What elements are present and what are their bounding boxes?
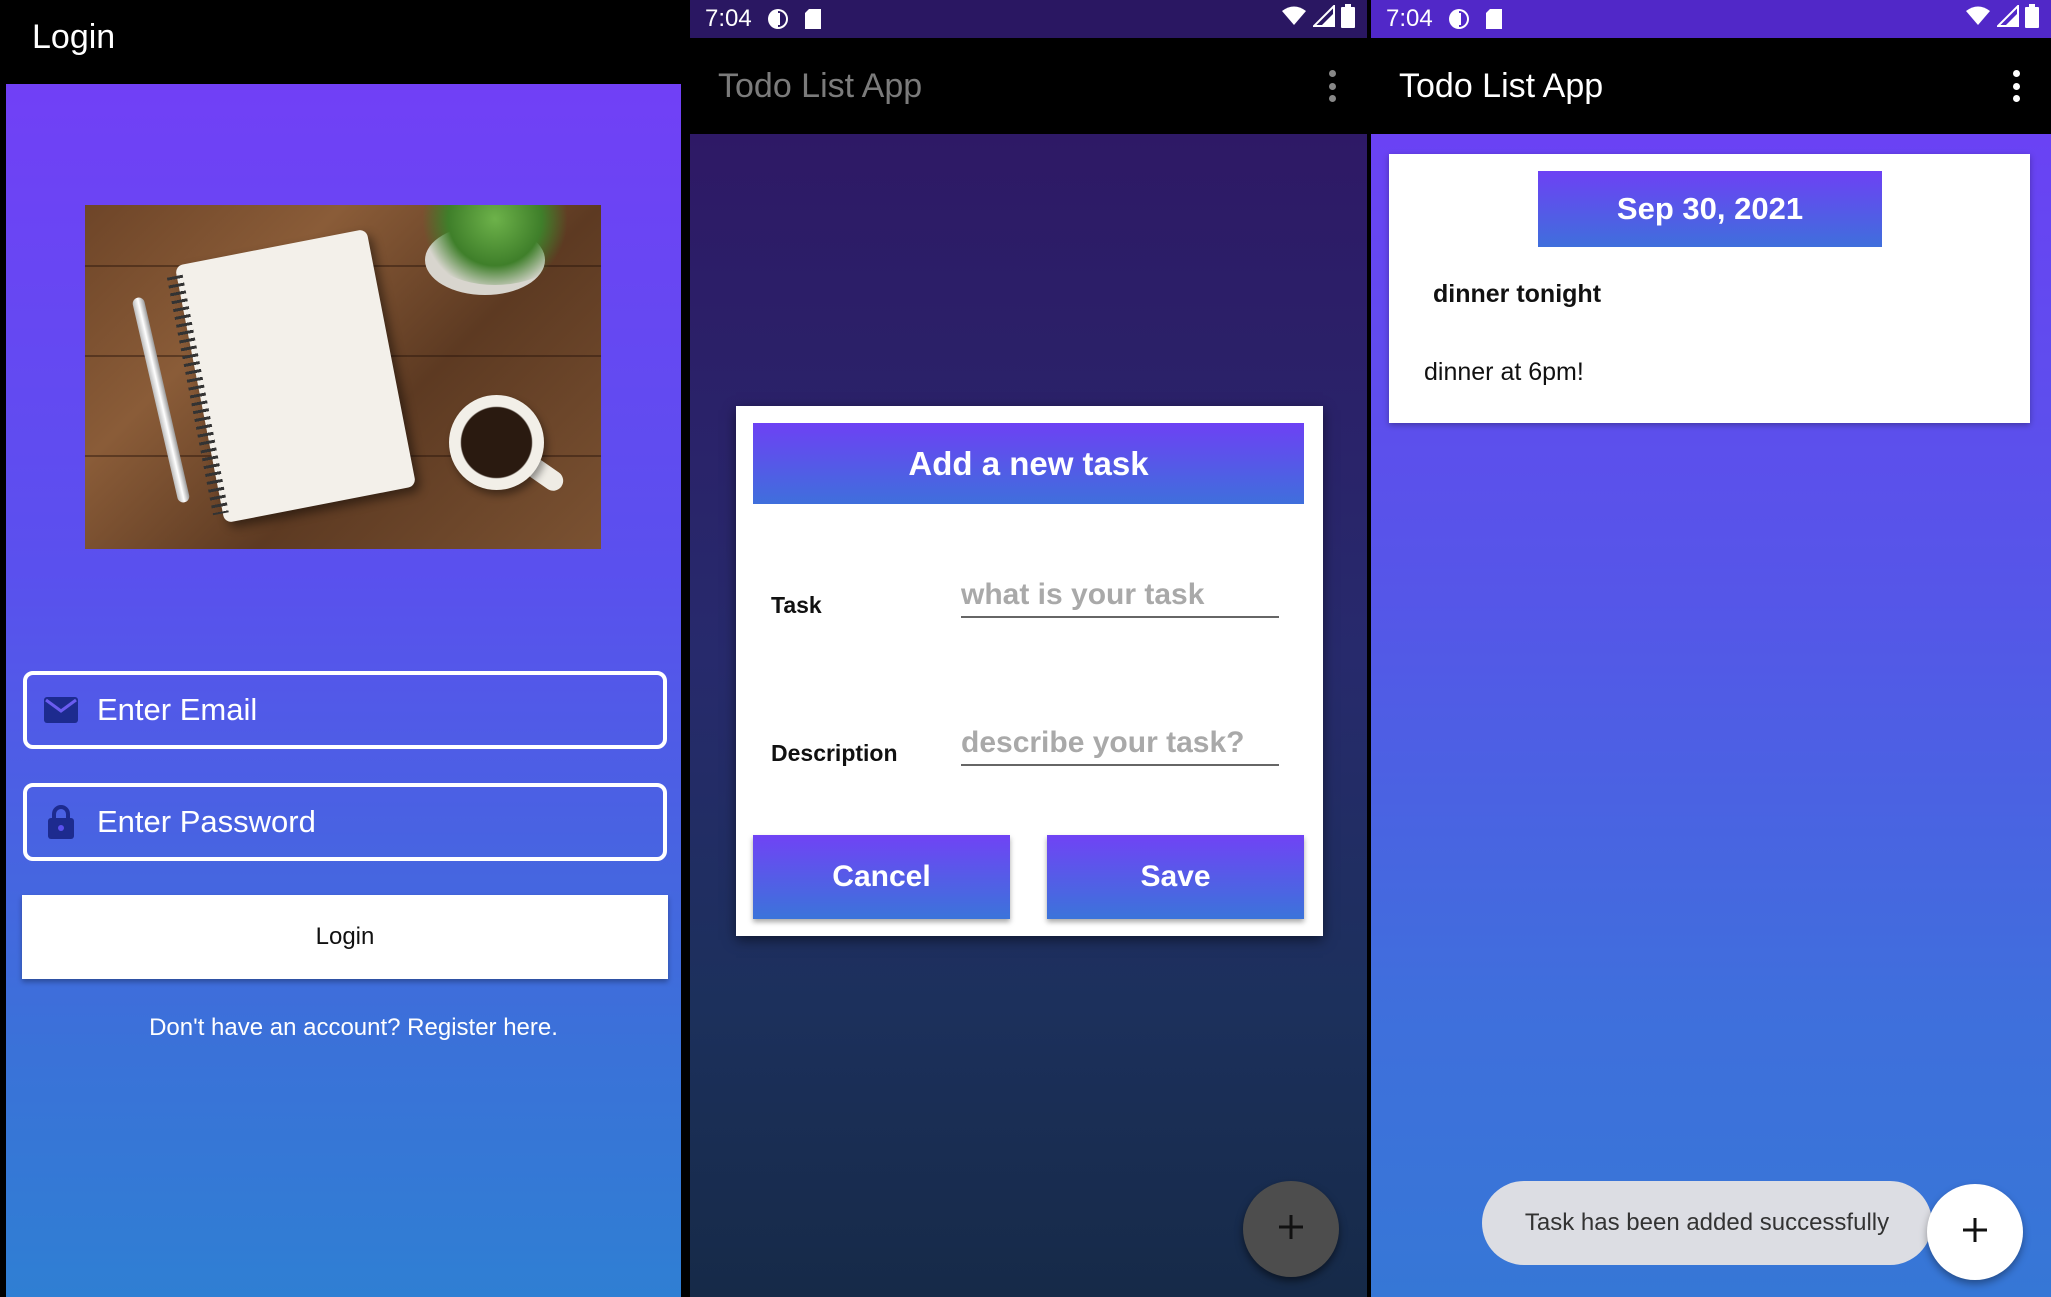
success-toast: Task has been added successfully [1482,1181,1932,1265]
wifi-icon [1965,5,1991,33]
sd-card-icon [1485,8,1503,30]
dialog-title: Add a new task [753,423,1304,504]
data-saver-icon [1447,7,1471,31]
more-vert-icon[interactable] [2011,70,2021,102]
task-list: Sep 30, 2021 dinner tonight dinner at 6p… [1371,134,2051,1297]
notebook-desk-photo [85,205,601,549]
password-input[interactable] [97,804,637,840]
add-task-fab[interactable] [1927,1184,2023,1280]
description-input[interactable] [961,722,1279,766]
email-input[interactable] [97,692,637,728]
plus-icon [1961,1216,1989,1249]
login-title: Login [32,18,116,56]
status-bar: 7:04 [1371,0,2051,38]
signal-icon [1995,3,2019,34]
login-screen: Login Login Do [0,0,686,1297]
description-label: Description [771,740,898,766]
add-task-dialog: Add a new task Task Description Cancel S… [736,406,1323,936]
more-vert-icon[interactable] [1327,70,1337,102]
task-label: Task [771,592,822,618]
status-bar: 7:04 [690,0,1367,38]
login-body: Login Don't have an account? Register he… [6,84,681,1297]
app-bar: Todo List App [690,38,1367,134]
notebook [166,228,417,524]
task-description: dinner at 6pm! [1424,358,1584,386]
login-button[interactable]: Login [22,895,668,979]
coffee-cup [449,395,544,490]
add-task-screen: 7:04 Todo List App Add a new task Task D… [690,0,1367,1297]
data-saver-icon [766,7,790,31]
password-field[interactable] [23,783,667,861]
battery-icon [2025,3,2039,35]
lock-icon [41,802,81,842]
cancel-button[interactable]: Cancel [753,835,1010,919]
task-list-screen: 7:04 Todo List App Sep 30, 2021 dinner t… [1371,0,2051,1297]
save-button[interactable]: Save [1047,835,1304,919]
task-title: dinner tonight [1433,280,1602,308]
app-title: Todo List App [1399,66,1604,105]
envelope-icon [41,690,81,730]
task-input[interactable] [961,574,1279,618]
signal-icon [1311,3,1335,34]
app-bar: Todo List App [1371,38,2051,134]
status-time: 7:04 [705,5,752,32]
wifi-icon [1281,5,1307,33]
register-link[interactable]: Don't have an account? Register here. [6,1014,681,1042]
plus-icon [1277,1213,1305,1246]
app-title: Todo List App [718,66,923,105]
email-field[interactable] [23,671,667,749]
task-card[interactable]: Sep 30, 2021 dinner tonight dinner at 6p… [1389,154,2030,423]
battery-icon [1341,3,1355,35]
login-title-bar: Login [0,0,686,84]
status-time: 7:04 [1386,5,1433,32]
dimmed-background[interactable]: Add a new task Task Description Cancel S… [690,134,1367,1297]
task-date: Sep 30, 2021 [1538,171,1882,247]
sd-card-icon [804,8,822,30]
add-task-fab[interactable] [1243,1181,1339,1277]
